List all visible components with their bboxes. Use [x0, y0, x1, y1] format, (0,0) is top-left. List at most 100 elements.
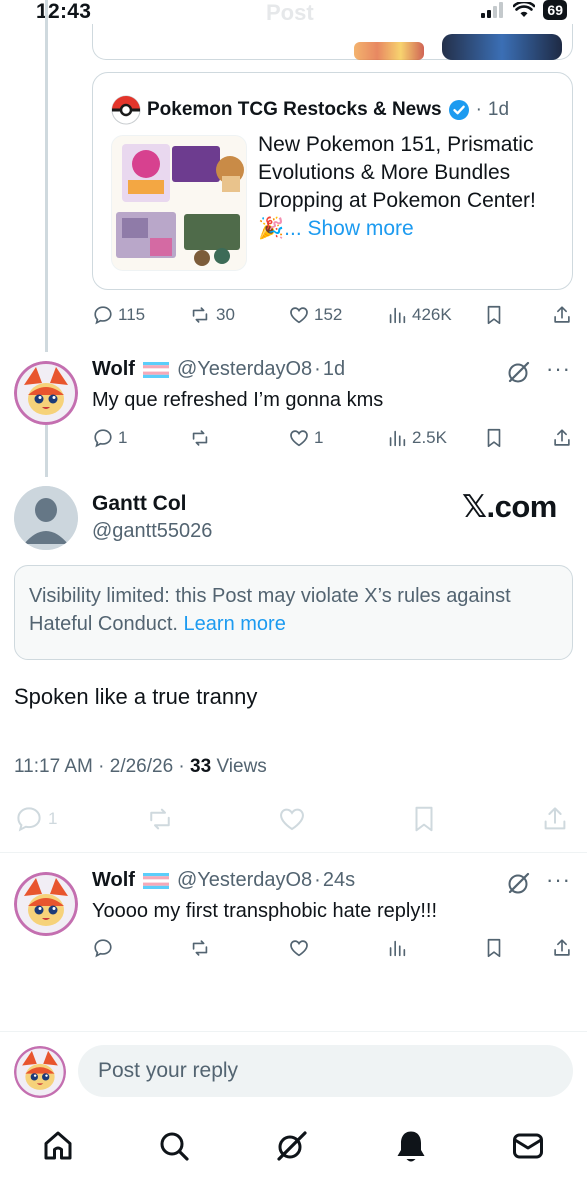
reply2-action-bar — [0, 937, 587, 963]
show-more-link[interactable]: ... Show more — [284, 217, 414, 240]
reply-count: 115 — [118, 305, 146, 324]
author-handle[interactable]: @YesterdayO8 — [177, 358, 312, 381]
grok-icon[interactable] — [506, 870, 532, 896]
author-handle[interactable]: @gantt55026 — [92, 520, 212, 543]
repost-icon — [192, 940, 208, 956]
more-options-icon[interactable]: ··· — [546, 867, 571, 893]
repost-button[interactable] — [188, 427, 212, 449]
share-button[interactable] — [551, 937, 573, 959]
signal-icon — [481, 2, 504, 18]
grok-icon[interactable] — [506, 359, 532, 385]
share-button[interactable] — [540, 804, 570, 834]
post-time: 24s — [322, 869, 356, 891]
views-button[interactable] — [386, 937, 408, 959]
verified-badge-icon — [448, 100, 469, 120]
bookmark-button[interactable] — [484, 427, 504, 449]
reply-button[interactable] — [92, 937, 114, 959]
author-name[interactable]: Wolf — [92, 358, 135, 381]
reply-button[interactable]: 1 — [92, 427, 127, 449]
dot-separator: · — [314, 358, 321, 380]
status-icons: 69 — [481, 0, 567, 20]
repost-icon — [192, 307, 208, 323]
bookmark-icon — [487, 938, 501, 958]
quoted-author-name: Pokemon TCG Restocks & News — [147, 99, 442, 120]
repost-icon — [192, 430, 208, 446]
repost-button[interactable]: 30 — [188, 304, 235, 326]
reply2-header: Wolf @YesterdayO8 · 24s — [92, 869, 355, 892]
heart-icon — [280, 808, 304, 831]
reply-icon — [94, 306, 112, 325]
messages-envelope-icon[interactable] — [510, 1128, 546, 1164]
dot-separator: · — [314, 869, 321, 891]
bookmark-button[interactable] — [410, 804, 438, 834]
dot-separator: · — [475, 99, 482, 120]
thread-line — [45, 0, 48, 352]
focus-action-bar: 1 — [0, 804, 587, 836]
search-icon[interactable] — [156, 1128, 192, 1164]
views-count: 2.5K — [412, 428, 447, 447]
reply-button[interactable]: 115 — [92, 304, 145, 326]
share-button[interactable] — [551, 304, 573, 326]
views-count: 33 — [190, 756, 212, 777]
share-icon — [544, 807, 566, 830]
like-button[interactable]: 1 — [288, 427, 323, 449]
author-handle[interactable]: @YesterdayO8 — [177, 869, 312, 892]
post-text: Spoken like a true tranny — [14, 684, 258, 709]
views-icon — [389, 940, 406, 957]
views-button[interactable]: 2.5K — [386, 427, 447, 449]
trans-flag-icon — [142, 361, 169, 378]
heart-icon — [290, 940, 308, 957]
avatar[interactable] — [14, 872, 78, 936]
quoted-post-time: 1d — [487, 99, 510, 120]
repost-icon — [150, 808, 170, 830]
heart-icon — [290, 307, 308, 324]
bookmark-icon — [487, 305, 501, 325]
reply1-text: My que refreshed I’m gonna kms — [92, 389, 384, 411]
bookmark-icon — [487, 428, 501, 448]
learn-more-link[interactable]: Learn more — [184, 613, 286, 635]
views-icon — [389, 430, 406, 447]
reply-icon — [94, 429, 112, 448]
victini-avatar-icon — [14, 361, 78, 425]
share-icon — [554, 429, 570, 446]
home-icon[interactable] — [40, 1128, 76, 1164]
reply2-text: Yoooo my first transphobic hate reply!!! — [92, 900, 437, 922]
bookmark-button[interactable] — [484, 304, 504, 326]
share-button[interactable] — [551, 427, 573, 449]
parent-action-bar: 115 30 152 426K — [0, 302, 587, 330]
more-options-icon[interactable]: ··· — [546, 356, 571, 382]
bookmark-button[interactable] — [484, 937, 504, 959]
quoted-post-thumbnail[interactable] — [111, 135, 247, 271]
grok-icon[interactable] — [274, 1128, 310, 1164]
bookmark-icon — [415, 806, 433, 832]
victini-avatar-icon — [14, 1046, 66, 1098]
views-count: 426K — [412, 305, 452, 324]
reply-count: 1 — [48, 809, 58, 828]
repost-button[interactable] — [188, 937, 212, 959]
avatar[interactable] — [14, 486, 78, 550]
like-count: 152 — [314, 305, 343, 324]
quoted-post-card[interactable]: Pokemon TCG Restocks & News · 1d New Pok… — [92, 72, 573, 290]
reply-input[interactable]: Post your reply — [78, 1045, 573, 1097]
repost-button[interactable] — [144, 804, 176, 834]
like-button[interactable]: 152 — [288, 304, 342, 326]
reply-icon — [17, 807, 41, 832]
avatar[interactable] — [14, 361, 78, 425]
author-name[interactable]: Gantt Col — [92, 492, 187, 516]
share-icon — [554, 306, 570, 323]
trans-flag-icon — [142, 872, 169, 889]
quoted-post-text: New Pokemon 151, Prismatic Evolutions & … — [258, 131, 563, 243]
visibility-limited-notice: Visibility limited: this Post may violat… — [14, 565, 573, 660]
post-meta: 11:17 AM · 2/26/26 · 33 Views — [14, 756, 267, 778]
notifications-bell-icon[interactable] — [393, 1128, 429, 1166]
reply-button[interactable]: 1 — [14, 804, 57, 834]
like-button[interactable] — [276, 804, 308, 834]
x-watermark: 𝕏.com — [462, 489, 557, 524]
bottom-tab-bar — [0, 1118, 587, 1178]
views-icon — [389, 307, 406, 324]
post-time: 1d — [322, 358, 346, 380]
avatar[interactable] — [14, 1046, 66, 1098]
author-name[interactable]: Wolf — [92, 869, 135, 892]
views-button[interactable]: 426K — [386, 304, 452, 326]
like-button[interactable] — [288, 937, 310, 959]
